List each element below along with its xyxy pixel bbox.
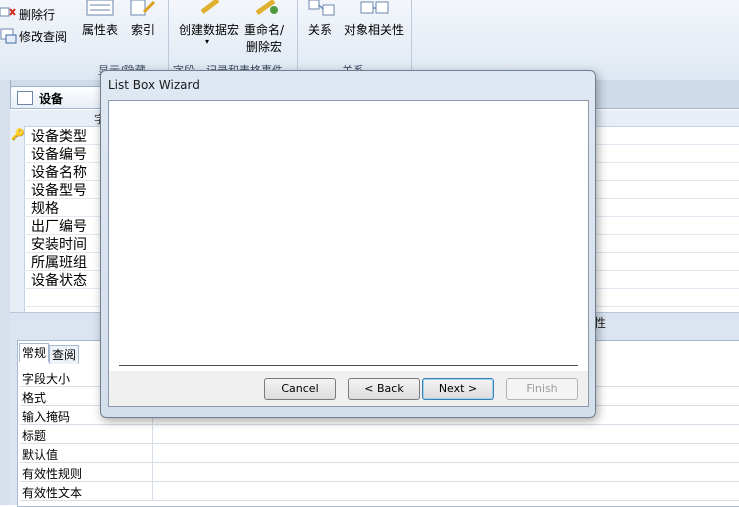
field-name: 规格 [31,201,59,217]
indexes-icon [130,0,156,16]
rename-macro-line2[interactable]: 删除宏 [246,38,282,55]
property-sheet-button[interactable]: 属性表 [82,21,118,38]
field-name: 设备名称 [31,165,87,181]
list-box-wizard-dialog: List Box Wizard Cancel < Back Next > Fin… [100,70,596,418]
property-label: 输入掩码 [22,410,71,424]
primary-key-icon: 🔑 [11,128,25,141]
finish-button[interactable]: Finish [506,378,578,400]
property-row[interactable]: 有效性文本 [20,482,739,501]
property-row[interactable]: 有效性规则 [20,463,739,482]
group-separator [168,0,169,78]
property-row[interactable]: 标题 [20,425,739,444]
dialog-title: List Box Wizard [108,78,200,92]
dialog-separator [119,365,578,366]
field-name: 设备状态 [31,273,87,289]
rename-macro-icon [254,0,280,16]
modify-lookup-icon [0,28,17,44]
ribbon: 删除行 修改查阅 属性表 索引 显示/隐藏 创建数据宏 ▾ 重命名/ 删除宏 字… [0,0,739,81]
relationships-icon [308,0,336,16]
cancel-button[interactable]: Cancel [264,378,336,400]
field-name: 设备类型 [31,129,87,145]
property-label: 默认值 [22,448,59,462]
dependencies-button[interactable]: 对象相关性 [344,21,404,38]
delete-row-button[interactable]: 删除行 [19,6,55,23]
wizard-page-area [109,101,588,371]
create-macro-button[interactable]: 创建数据宏 [179,21,239,38]
dependencies-icon [360,0,390,16]
field-name: 安装时间 [31,237,87,253]
back-button[interactable]: < Back [348,378,420,400]
rename-macro-line1[interactable]: 重命名/ [244,21,284,38]
field-name: 出厂编号 [31,219,87,235]
create-macro-icon [200,0,222,14]
tab-general[interactable]: 常规 [19,343,50,362]
create-macro-dropdown-arrow[interactable]: ▾ [205,37,209,46]
dialog-content: Cancel < Back Next > Finish [108,100,589,407]
property-label: 标题 [22,429,47,443]
indexes-button[interactable]: 索引 [131,21,155,38]
property-row[interactable]: 默认值 [20,444,739,463]
field-name: 设备型号 [31,183,87,199]
delete-row-icon [0,6,16,18]
document-tab[interactable]: 设备 [10,86,104,109]
document-tab-title: 设备 [39,92,64,106]
field-name: 所属班组 [31,255,87,271]
group-separator [297,0,298,78]
next-button[interactable]: Next > [422,378,494,400]
group-separator [411,0,412,78]
row-selector-column[interactable] [10,126,25,312]
relationships-button[interactable]: 关系 [308,21,332,38]
property-label: 格式 [22,391,47,405]
table-icon [17,91,33,105]
property-sheet-icon [86,0,116,16]
tab-lookup[interactable]: 查阅 [49,345,80,364]
property-label: 字段大小 [22,372,71,386]
property-label: 有效性文本 [22,486,83,500]
field-name: 设备编号 [31,147,87,163]
property-label: 有效性规则 [22,467,83,481]
modify-lookup-button[interactable]: 修改查阅 [19,28,67,45]
